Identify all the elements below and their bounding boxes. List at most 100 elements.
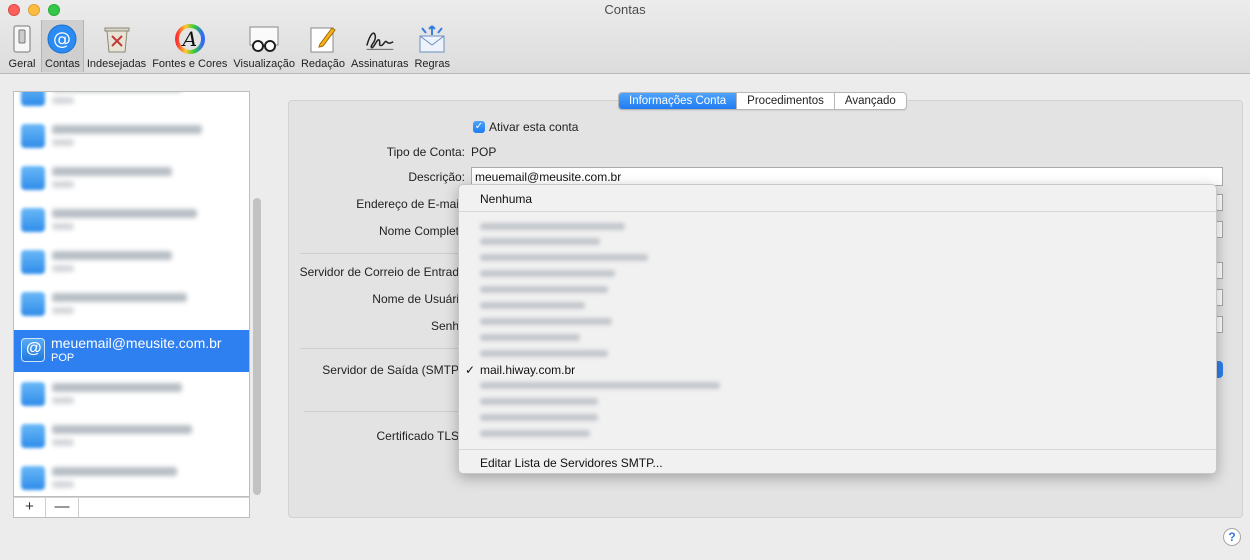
username-label: Nome de Usuári [372, 292, 459, 306]
trash-bin-icon [101, 23, 133, 55]
toolbar-redacao[interactable]: Redação [298, 20, 348, 72]
account-list-scrollbar[interactable] [253, 198, 261, 495]
remove-account-button[interactable]: — [46, 498, 79, 517]
smtp-option[interactable] [480, 223, 625, 230]
email-field-edge[interactable] [1217, 194, 1223, 211]
window-title: Contas [604, 2, 646, 17]
toolbar-label: Redação [300, 58, 345, 70]
svg-text:@: @ [53, 29, 71, 50]
smtp-option[interactable] [480, 430, 590, 437]
account-icon [21, 424, 45, 448]
account-icon [21, 382, 45, 406]
glasses-icon [248, 23, 280, 55]
email-address-label: Endereço de E-mai [356, 197, 459, 211]
toolbar-contas[interactable]: @ Contas [41, 20, 84, 72]
full-name-field-edge[interactable] [1217, 221, 1223, 238]
account-list-item[interactable] [14, 158, 236, 200]
password-field-edge[interactable] [1217, 316, 1223, 333]
password-label: Senh [430, 319, 459, 333]
account-list-item-selected[interactable]: @ meuemail@meusite.com.br POP [14, 330, 249, 372]
title-toolbar: Contas Geral @ Contas Indesejadas A Font… [0, 0, 1250, 74]
account-type: POP [51, 352, 75, 364]
toolbar-label: Visualização [233, 58, 295, 70]
toolbar-label: Fontes e Cores [152, 58, 228, 70]
account-icon [21, 124, 45, 148]
at-sign-icon: @ [46, 23, 78, 55]
switch-icon [6, 23, 38, 55]
section-divider [300, 348, 458, 349]
account-list-footer: + — [13, 497, 250, 518]
account-list-item[interactable] [14, 200, 236, 242]
signature-icon [364, 23, 396, 55]
edit-smtp-list-item[interactable]: Editar Lista de Servidores SMTP... [480, 456, 663, 470]
toolbar-label: Regras [414, 58, 450, 70]
account-list-item[interactable] [14, 458, 236, 496]
menu-separator [459, 449, 1216, 450]
smtp-option[interactable] [480, 318, 612, 325]
menu-separator [459, 211, 1216, 212]
account-list-item[interactable] [14, 374, 236, 416]
smtp-option[interactable] [480, 302, 585, 309]
account-list-item[interactable] [14, 284, 236, 326]
tab-avancado[interactable]: Avançado [835, 93, 906, 109]
settings-tabs: Informações Conta Procedimentos Avançado [618, 92, 907, 110]
account-icon [21, 292, 45, 316]
tab-procedimentos[interactable]: Procedimentos [737, 93, 835, 109]
enable-account-label: Ativar esta conta [489, 120, 579, 134]
toolbar-regras[interactable]: Regras [411, 20, 452, 72]
smtp-option[interactable] [480, 398, 598, 405]
account-list-item[interactable] [14, 92, 236, 116]
incoming-server-label: Servidor de Correio de Entrad [299, 265, 459, 279]
toolbar-visualizacao[interactable]: Visualização [230, 20, 298, 72]
full-name-label: Nome Complet [378, 224, 459, 238]
account-icon [21, 466, 45, 490]
smtp-option[interactable] [480, 350, 608, 357]
smtp-option[interactable] [480, 414, 598, 421]
username-field-edge[interactable] [1217, 289, 1223, 306]
pencil-notepad-icon [307, 23, 339, 55]
selected-checkmark-icon: ✓ [465, 363, 476, 377]
smtp-option-selected[interactable]: mail.hiway.com.br [480, 363, 575, 377]
toolbar-label: Geral [8, 58, 36, 70]
smtp-option[interactable] [480, 254, 648, 261]
toolbar-fontes-cores[interactable]: A Fontes e Cores [149, 20, 230, 72]
toolbar-label: Indesejadas [86, 58, 147, 70]
tab-informacoes-conta[interactable]: Informações Conta [619, 93, 738, 109]
colored-a-icon: A [174, 23, 206, 55]
smtp-option[interactable] [480, 286, 608, 293]
account-list-item[interactable] [14, 116, 236, 158]
description-label: Descrição: [408, 170, 465, 184]
account-type-value: POP [471, 145, 497, 159]
toolbar-label: Assinaturas [351, 58, 409, 70]
toolbar-geral[interactable]: Geral [3, 20, 41, 72]
smtp-option[interactable] [480, 238, 600, 245]
outgoing-server-label: Servidor de Saída (SMTP [322, 363, 459, 377]
smtp-server-menu[interactable]: Nenhuma ✓ mail.hiway.com.br Editar Lista… [458, 184, 1217, 474]
incoming-server-field-edge[interactable] [1217, 262, 1223, 279]
help-button[interactable]: ? [1223, 528, 1241, 546]
enable-account-checkbox[interactable]: ✓ [473, 121, 485, 133]
svg-text:A: A [181, 27, 197, 51]
account-list-item[interactable] [14, 242, 236, 284]
toolbar-label: Contas [45, 58, 80, 70]
smtp-option[interactable] [480, 382, 720, 389]
account-list[interactable]: @ meuemail@meusite.com.br POP [13, 91, 250, 497]
add-account-button[interactable]: + [14, 498, 46, 517]
smtp-option[interactable] [480, 334, 580, 341]
smtp-option-none[interactable]: Nenhuma [480, 192, 532, 206]
tls-certificate-label: Certificado TLS [376, 429, 459, 443]
account-icon [21, 166, 45, 190]
section-divider [300, 253, 458, 254]
account-icon [21, 92, 45, 106]
account-icon [21, 250, 45, 274]
envelope-arrows-icon [416, 23, 448, 55]
section-divider [304, 411, 458, 412]
toolbar-assinaturas[interactable]: Assinaturas [348, 20, 411, 72]
account-list-item[interactable] [14, 416, 236, 458]
smtp-option[interactable] [480, 270, 615, 277]
preferences-toolbar: Geral @ Contas Indesejadas A Fontes e Co… [3, 20, 453, 74]
toolbar-indesejadas[interactable]: Indesejadas [84, 20, 149, 72]
account-type-label: Tipo de Conta: [386, 145, 465, 159]
smtp-popup-arrow[interactable] [1217, 361, 1223, 378]
account-icon [21, 208, 45, 232]
